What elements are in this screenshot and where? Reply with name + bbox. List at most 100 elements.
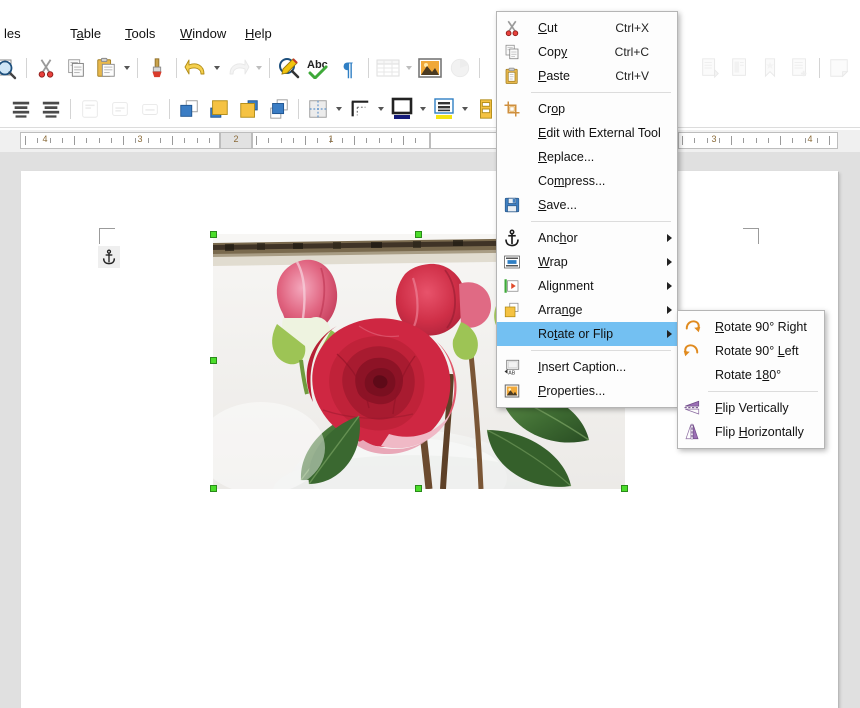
toolbar-separator bbox=[137, 58, 138, 78]
area-style-fill-icon[interactable] bbox=[429, 94, 459, 124]
menu-item-properties[interactable]: Properties... bbox=[497, 379, 677, 403]
menu-item-cut[interactable]: CutCtrl+X bbox=[497, 16, 677, 40]
menu-item-shortcut: Ctrl+X bbox=[615, 21, 661, 35]
ruler-tick bbox=[268, 138, 269, 143]
selection-handle-bottom-left[interactable] bbox=[210, 485, 217, 492]
insert-chart-icon[interactable] bbox=[445, 53, 475, 83]
ruler-right-segment[interactable] bbox=[678, 132, 838, 149]
flip-horizontal-icon bbox=[683, 423, 701, 441]
properties-icon bbox=[497, 379, 527, 403]
selection-handle-bottom-right[interactable] bbox=[621, 485, 628, 492]
menu-help[interactable]: Help bbox=[235, 24, 282, 43]
selection-handle-top-center[interactable] bbox=[415, 231, 422, 238]
wrap-off-icon[interactable] bbox=[75, 94, 105, 124]
toolbar-separator bbox=[169, 99, 170, 119]
align-bottom-icon[interactable] bbox=[36, 94, 66, 124]
undo-dropdown-caret[interactable] bbox=[211, 53, 223, 83]
border-color-icon[interactable] bbox=[387, 94, 417, 124]
chevron-right-icon bbox=[661, 258, 677, 266]
ruler-tick bbox=[123, 136, 124, 145]
paste-icon[interactable] bbox=[91, 53, 121, 83]
anchor-icon bbox=[101, 249, 117, 265]
menu-tools[interactable]: Tools bbox=[115, 24, 165, 43]
ruler-tick bbox=[817, 138, 818, 143]
insert-image-icon[interactable] bbox=[415, 53, 445, 83]
menu-item-alignment[interactable]: Alignment bbox=[497, 274, 677, 298]
arrange-icon bbox=[503, 301, 521, 319]
borders-icon[interactable] bbox=[303, 94, 333, 124]
menu-item-flip-horizontally[interactable]: Flip Horizontally bbox=[678, 420, 824, 444]
menu-item-replace[interactable]: Replace... bbox=[497, 145, 677, 169]
menu-item-rotate-90-left[interactable]: Rotate 90° Left bbox=[678, 339, 824, 363]
menu-separator bbox=[531, 92, 671, 93]
menu-item-save[interactable]: Save... bbox=[497, 193, 677, 217]
chevron-right-icon bbox=[661, 234, 677, 242]
menu-item-rotate-or-flip[interactable]: Rotate or Flip bbox=[497, 322, 677, 346]
menu-item-compress[interactable]: Compress... bbox=[497, 169, 677, 193]
menu-item-rotate-180[interactable]: Rotate 180° bbox=[678, 363, 824, 387]
image-context-menu[interactable]: CutCtrl+XCopyCtrl+CPasteCtrl+VCropEdit w… bbox=[496, 11, 678, 408]
send-to-back-icon[interactable] bbox=[264, 94, 294, 124]
ruler-tick bbox=[184, 138, 185, 143]
insert-table-dropdown-caret[interactable] bbox=[403, 53, 415, 83]
paste-dropdown-caret[interactable] bbox=[121, 53, 133, 83]
insert-comment-icon bbox=[824, 53, 854, 83]
border-style-icon[interactable] bbox=[345, 94, 375, 124]
menu-item-arrange[interactable]: Arrange bbox=[497, 298, 677, 322]
print-preview-icon[interactable] bbox=[0, 53, 22, 83]
menu-item-paste[interactable]: PasteCtrl+V bbox=[497, 64, 677, 88]
image-toolbar: ult bbox=[0, 90, 860, 128]
menu-item-label: Insert Caption... bbox=[527, 360, 649, 374]
insert-table-icon[interactable] bbox=[373, 53, 403, 83]
ruler-tick bbox=[707, 138, 708, 143]
menu-styles[interactable]: les bbox=[0, 24, 31, 43]
bring-to-front-icon[interactable] bbox=[204, 94, 234, 124]
borders-dropdown-caret[interactable] bbox=[333, 94, 345, 124]
rotate-or-flip-submenu[interactable]: Rotate 90° RightRotate 90° LeftRotate 18… bbox=[677, 310, 825, 449]
clone-formatting-icon[interactable] bbox=[142, 53, 172, 83]
send-backward-icon[interactable] bbox=[234, 94, 264, 124]
horizontal-ruler[interactable]: 432134 bbox=[0, 130, 860, 152]
menu-item-insert-caption[interactable]: ABInsert Caption... bbox=[497, 355, 677, 379]
ruler-right-inner-segment[interactable] bbox=[430, 132, 500, 149]
scissors-icon bbox=[497, 16, 527, 40]
toolbar-separator bbox=[368, 58, 369, 78]
menu-item-anchor[interactable]: Anchor bbox=[497, 226, 677, 250]
ruler-tick bbox=[792, 138, 793, 143]
ruler-tick bbox=[256, 136, 257, 145]
menu-item-copy[interactable]: CopyCtrl+C bbox=[497, 40, 677, 64]
menu-table[interactable]: Table bbox=[60, 24, 111, 43]
bring-forward-icon[interactable] bbox=[174, 94, 204, 124]
menu-window[interactable]: Window bbox=[170, 24, 236, 43]
cut-icon[interactable] bbox=[31, 53, 61, 83]
border-style-dropdown-caret[interactable] bbox=[375, 94, 387, 124]
find-replace-icon[interactable] bbox=[274, 53, 304, 83]
undo-icon[interactable] bbox=[181, 53, 211, 83]
rotate-right-icon bbox=[683, 318, 701, 336]
menu-item-flip-vertically[interactable]: Flip Vertically bbox=[678, 396, 824, 420]
ruler-tick bbox=[391, 138, 392, 143]
image-anchor-marker[interactable] bbox=[98, 246, 120, 268]
copy-icon[interactable] bbox=[61, 53, 91, 83]
menu-item-label: Cut bbox=[527, 21, 615, 35]
selection-handle-top-left[interactable] bbox=[210, 231, 217, 238]
menu-item-rotate-90-right[interactable]: Rotate 90° Right bbox=[678, 315, 824, 339]
ruler-tick bbox=[317, 138, 318, 143]
menu-item-edit-with-external-tool[interactable]: Edit with External Tool bbox=[497, 121, 677, 145]
selection-handle-bottom-center[interactable] bbox=[415, 485, 422, 492]
wrap-through-icon[interactable] bbox=[135, 94, 165, 124]
menu-item-wrap[interactable]: Wrap bbox=[497, 250, 677, 274]
selection-handle-middle-left[interactable] bbox=[210, 357, 217, 364]
border-color-dropdown-caret[interactable] bbox=[417, 94, 429, 124]
menu-icon-placeholder bbox=[497, 322, 527, 346]
formatting-marks-icon[interactable]: ¶ bbox=[334, 53, 364, 83]
align-center-vertical-icon[interactable] bbox=[6, 94, 36, 124]
wrap-parallel-icon[interactable] bbox=[105, 94, 135, 124]
ruler-tick bbox=[694, 138, 695, 143]
menu-item-shortcut: Ctrl+V bbox=[615, 69, 661, 83]
menu-item-crop[interactable]: Crop bbox=[497, 97, 677, 121]
area-style-dropdown-caret[interactable] bbox=[459, 94, 471, 124]
spelling-icon[interactable]: Abc bbox=[304, 53, 334, 83]
toolbar-separator bbox=[479, 58, 480, 78]
ruler-tick bbox=[197, 138, 198, 143]
